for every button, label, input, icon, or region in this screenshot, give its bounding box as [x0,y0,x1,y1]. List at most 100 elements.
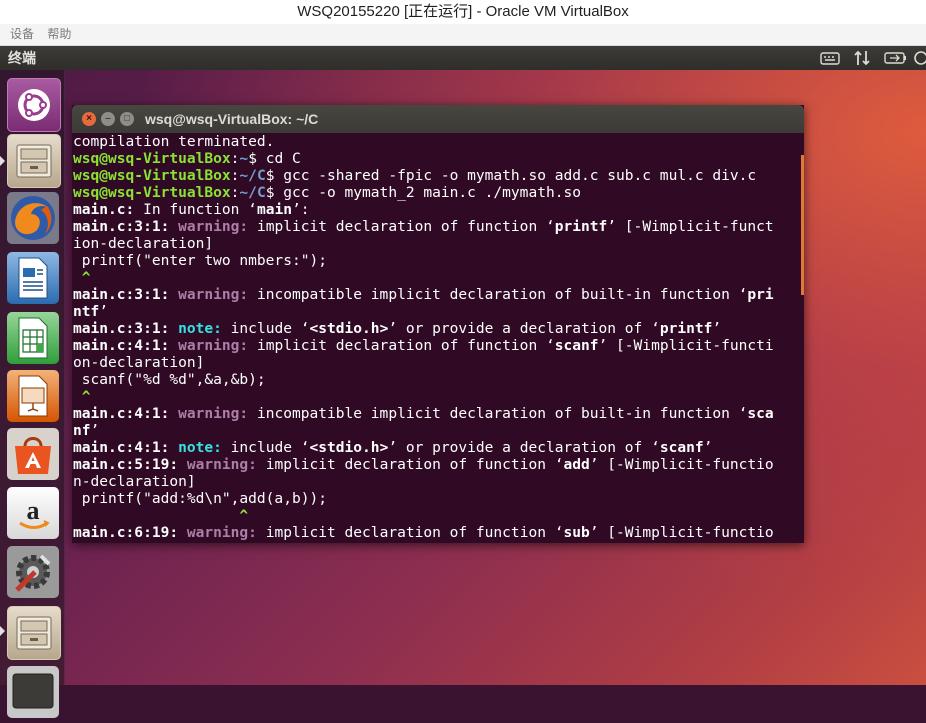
terminal-line: main.c:3:1: warning: implicit declaratio… [73,218,799,235]
vbox-window-title: WSQ20155220 [正在运行] - Oracle VM VirtualBo… [0,0,926,24]
terminal-scrollbar[interactable] [801,155,804,295]
terminal-line: ^ [73,269,799,286]
terminal-text-segment: main.c:6:19: [73,524,179,541]
terminal-text-segment: sub [563,524,590,541]
terminal-window[interactable]: × – □ wsq@wsq-VirtualBox: ~/C compilatio… [72,105,804,543]
terminal-text-segment: note: [178,439,222,456]
terminal-line: main.c:5:19: warning: implicit declarati… [73,456,799,473]
terminal-text-segment: ion-declaration] [73,235,214,252]
terminal-text-segment: wsq@wsq-VirtualBox [73,184,231,201]
terminal-text-segment: implicit declaration of function ‘ [256,524,564,541]
terminal-text-segment: include ‘ [221,320,310,337]
terminal-text-segment: ~/C [239,184,266,201]
ubuntu-dash-icon[interactable] [7,78,61,132]
terminal-text-segment: ’ [99,303,109,320]
terminal-text-segment: ~ [239,150,249,167]
terminal-title: wsq@wsq-VirtualBox: ~/C [145,111,319,127]
terminal-text-segment: main.c:4:1: [73,337,170,354]
terminal-line: main.c:6:19: warning: implicit declarati… [73,524,799,541]
keyboard-icon[interactable] [820,49,840,67]
terminal-icon[interactable] [7,666,59,718]
panel-app-title: 终端 [8,50,36,66]
terminal-text-segment: main.c:3:1: [73,286,170,303]
terminal-text-segment: main [256,201,292,218]
terminal-text-segment: warning: [186,524,257,541]
terminal-line: main.c:4:1: warning: incompatible implic… [73,405,799,422]
terminal-text-segment: compilation terminated. [73,133,275,150]
network-arrows-icon[interactable] [853,49,871,67]
terminal-text-segment: main.c:4:1: [73,405,170,422]
power-gear-icon[interactable] [912,49,926,67]
firefox-icon[interactable] [7,192,59,244]
terminal-line: main.c:3:1: note: include ‘<stdio.h>’ or… [73,320,799,337]
files-icon[interactable] [7,134,61,188]
terminal-text-segment: implicit declaration of function ‘ [248,218,555,235]
terminal-text-segment: main.c:5:19: [73,456,179,473]
files-icon[interactable] [7,606,61,660]
terminal-text-segment: warning: [178,218,249,235]
terminal-text-segment: ’ [712,320,722,337]
terminal-line: main.c:4:1: note: include ‘<stdio.h>’ or… [73,439,799,456]
terminal-text-segment: <stdio.h> [309,320,389,337]
terminal-text-segment: ~/C [239,167,266,184]
terminal-text-segment: sca [747,405,774,422]
terminal-line: scanf("%d %d",&a,&b); [73,371,799,388]
terminal-line: wsq@wsq-VirtualBox:~$ cd C [73,150,799,167]
terminal-text-segment: add [563,456,590,473]
terminal-text-segment: warning: [186,456,257,473]
terminal-text-segment: ’ or provide a declaration of ‘ [388,320,660,337]
terminal-titlebar[interactable]: × – □ wsq@wsq-VirtualBox: ~/C [72,105,804,133]
battery-icon[interactable] [884,49,908,67]
system-settings-icon[interactable] [7,546,59,598]
terminal-text-segment: ’ [-Wimplicit-functio [589,456,774,473]
terminal-text-segment: scanf [659,439,704,456]
terminal-text-segment: In function ‘ [134,201,257,218]
terminal-text-segment: ’: [291,201,310,218]
terminal-line: wsq@wsq-VirtualBox:~/C$ gcc -o mymath_2 … [73,184,799,201]
libreoffice-calc-icon[interactable] [7,312,59,364]
terminal-text-segment: ’ [-Wimplicit-functi [598,337,774,354]
terminal-text-segment: $ gcc -o mymath_2 main.c ./mymath.so [265,184,581,201]
software-center-icon[interactable] [7,428,59,480]
close-icon[interactable]: × [82,112,96,126]
terminal-output[interactable]: compilation terminated. wsq@wsq-VirtualBo… [73,133,799,543]
terminal-text-segment: $ gcc -shared -fpic -o mymath.so add.c s… [265,167,757,184]
terminal-line: ion-declaration] [73,235,799,252]
amazon-icon[interactable]: a [7,487,59,539]
terminal-text-segment: ’ [90,422,100,439]
terminal-text-segment: scanf("%d %d",&a,&b); [73,371,266,388]
terminal-text-segment: implicit declaration of function ‘ [256,456,564,473]
terminal-text-segment: main.c:3:1: [73,320,170,337]
terminal-text-segment: incompatible implicit declaration of bui… [248,405,748,422]
terminal-line: compilation terminated. [73,133,799,150]
terminal-text-segment: printf [554,218,608,235]
libreoffice-writer-icon[interactable] [7,252,59,304]
maximize-icon[interactable]: □ [120,112,134,126]
terminal-line: ^ [73,507,799,524]
terminal-text-segment: $ cd C [248,150,301,167]
terminal-text-segment: main.c: [73,201,135,218]
terminal-text-segment: ntf [73,303,100,320]
running-indicator [0,156,5,166]
terminal-line: ^ [73,388,799,405]
terminal-text-segment: note: [178,320,222,337]
minimize-icon[interactable]: – [101,112,115,126]
terminal-line: wsq@wsq-VirtualBox:~/C$ gcc -shared -fpi… [73,167,799,184]
terminal-line: n-declaration] [73,473,799,490]
terminal-text-segment: ^ [73,507,249,524]
menu-help[interactable]: 帮助 [47,24,71,45]
menu-devices[interactable]: 设备 [10,24,34,45]
terminal-text-segment: <stdio.h> [309,439,389,456]
terminal-text-segment: wsq@wsq-VirtualBox [73,167,231,184]
terminal-text-segment: incompatible implicit declaration of bui… [248,286,748,303]
libreoffice-impress-icon[interactable] [7,370,59,422]
terminal-text-segment: pri [747,286,774,303]
terminal-text-segment: ^ [73,388,91,405]
terminal-text-segment: main.c:3:1: [73,218,170,235]
